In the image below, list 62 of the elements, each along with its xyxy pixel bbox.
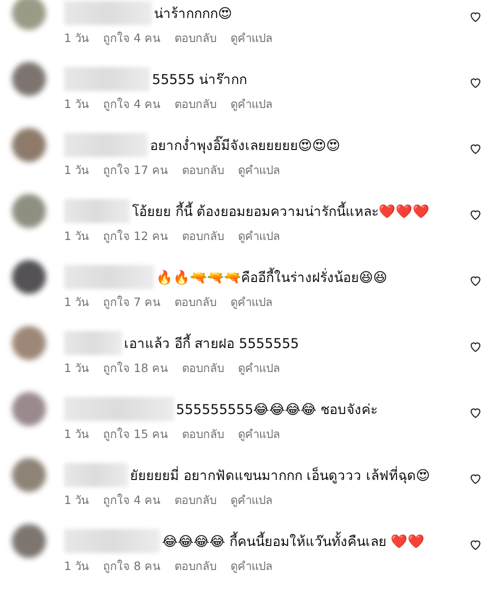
avatar[interactable] <box>12 128 46 162</box>
comment-time: 1 วัน <box>64 96 89 113</box>
comment-text: 555555555😂😂😂😂 ชอบจังค่ะ <box>176 401 378 420</box>
translate-link[interactable]: ดูคำแปล <box>230 29 273 47</box>
comment-time: 1 วัน <box>64 162 89 179</box>
reply-link[interactable]: ตอบกลับ <box>182 425 224 443</box>
translate-link[interactable]: ดูคำแปล <box>238 359 280 377</box>
reply-link[interactable]: ตอบกลับ <box>174 95 217 113</box>
like-icon[interactable] <box>469 406 482 419</box>
likes-link[interactable]: ถูกใจ 17 คน <box>102 161 168 179</box>
reply-link[interactable]: ตอบกลับ <box>182 359 224 377</box>
like-icon[interactable] <box>469 142 482 155</box>
comment-text: 😂😂😂😂 กี้คนนี้ยอมให้แว๊นทั้งคืนเลย ❤❤ <box>162 530 425 552</box>
likes-link[interactable]: ถูกใจ 12 คน <box>102 227 168 245</box>
avatar[interactable] <box>12 458 46 492</box>
likes-link[interactable]: ถูกใจ 7 คน <box>102 293 161 311</box>
avatar[interactable] <box>12 260 46 294</box>
likes-link[interactable]: ถูกใจ 18 คน <box>102 359 168 377</box>
reply-link[interactable]: ตอบกลับ <box>174 29 217 47</box>
avatar[interactable] <box>12 326 46 360</box>
reply-link[interactable]: ตอบกลับ <box>182 227 224 245</box>
comment-time: 1 วัน <box>64 294 89 311</box>
comment-text: โอ้ยยย กี้นี้ ต้องยอมยอมความน่ารักนี้แหละ❤❤❤ <box>132 200 430 222</box>
translate-link[interactable]: ดูคำแปล <box>230 491 273 509</box>
translate-link[interactable]: ดูคำแปล <box>230 293 273 311</box>
avatar[interactable] <box>12 392 46 426</box>
likes-link[interactable]: ถูกใจ 4 คน <box>102 491 161 509</box>
translate-link[interactable]: ดูคำแปล <box>230 95 273 113</box>
avatar[interactable] <box>12 524 46 558</box>
comment-text: อยากง่ำพุงอิ๊มีจังเลยยยยย😍😍😍 <box>150 134 340 156</box>
like-icon[interactable] <box>469 274 482 287</box>
avatar[interactable] <box>12 194 46 228</box>
translate-link[interactable]: ดูคำแปล <box>230 557 273 575</box>
comment-time: 1 วัน <box>64 30 89 47</box>
like-icon[interactable] <box>469 10 482 23</box>
comment-text: 55555 น่าร๊ากก <box>152 71 248 90</box>
translate-link[interactable]: ดูคำแปล <box>238 161 280 179</box>
likes-link[interactable]: ถูกใจ 8 คน <box>102 557 161 575</box>
comment-time: 1 วัน <box>64 426 89 443</box>
like-icon[interactable] <box>469 538 482 551</box>
likes-link[interactable]: ถูกใจ 4 คน <box>102 95 161 113</box>
translate-link[interactable]: ดูคำแปล <box>238 227 280 245</box>
translate-link[interactable]: ดูคำแปล <box>238 425 280 443</box>
comment-time: 1 วัน <box>64 360 89 377</box>
likes-link[interactable]: ถูกใจ 4 คน <box>102 29 161 47</box>
like-icon[interactable] <box>469 76 482 89</box>
comment-time: 1 วัน <box>64 492 89 509</box>
comment-time: 1 วัน <box>64 228 89 245</box>
reply-link[interactable]: ตอบกลับ <box>174 491 217 509</box>
comment-text: เอาแล้ว อีกี้ สายฝอ 5555555 <box>124 332 299 354</box>
comment-text: ยัยยยยมี่ อยากฟัดแขนมากกก เอ็นดูววว เล้ฟที่ฉุด😍 <box>130 465 430 486</box>
reply-link[interactable]: ตอบกลับ <box>174 293 217 311</box>
like-icon[interactable] <box>469 340 482 353</box>
reply-link[interactable]: ตอบกลับ <box>174 557 217 575</box>
comment-text: น่าร้ากกกก😍 <box>154 5 232 24</box>
reply-link[interactable]: ตอบกลับ <box>182 161 224 179</box>
like-icon[interactable] <box>469 472 482 485</box>
like-icon[interactable] <box>469 208 482 221</box>
comment-time: 1 วัน <box>64 558 89 575</box>
likes-link[interactable]: ถูกใจ 15 คน <box>102 425 168 443</box>
avatar[interactable] <box>12 62 46 96</box>
comment-text: 🔥🔥🔫🔫🔫คืออีกี้ในร่างฝรั่งน้อย😆😆 <box>156 266 388 288</box>
